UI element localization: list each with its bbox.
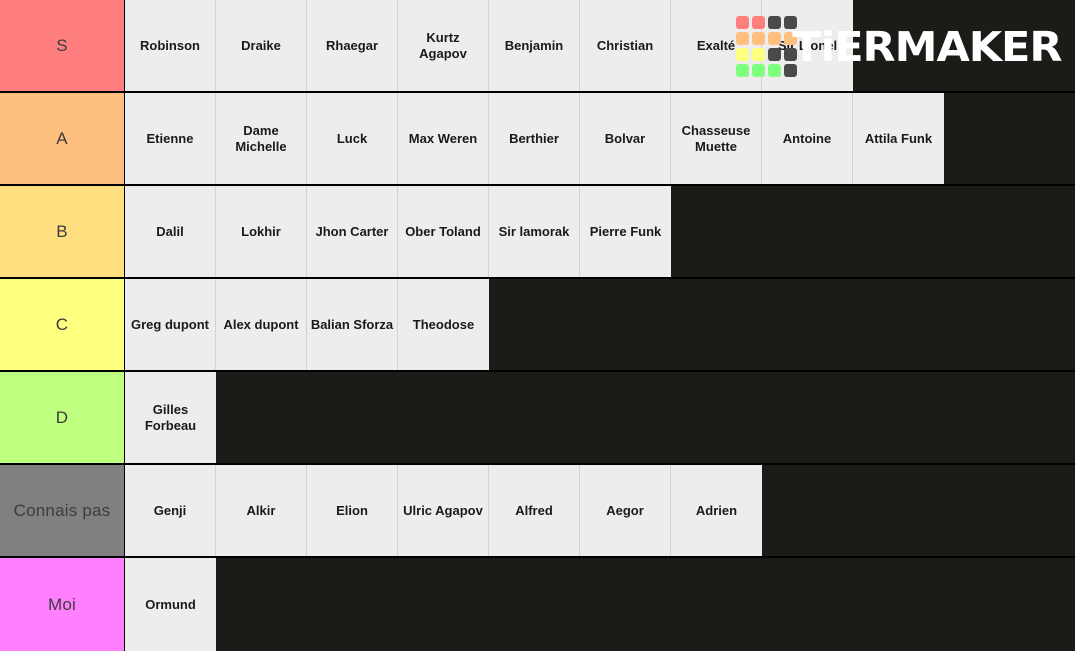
tier-item[interactable]: Aegor [580,465,671,556]
tier-item[interactable]: Ulric Agapov [398,465,489,556]
tier-item[interactable]: Lokhir [216,186,307,277]
tier-items-container[interactable]: Ormund [125,558,1075,651]
tier-item[interactable]: Max Weren [398,93,489,184]
tier-item[interactable]: Ober Toland [398,186,489,277]
tier-item[interactable]: Alex dupont [216,279,307,370]
tier-row: D Gilles Forbeau [0,372,1075,465]
tier-rows-container: S Robinson Draike Rhaegar Kurtz Agapov Benjam… [0,0,1075,651]
tier-item[interactable]: Exalté [671,0,762,91]
tier-item[interactable]: Ormund [125,558,216,651]
tier-item[interactable]: Alfred [489,465,580,556]
tier-item[interactable]: Greg dupont [125,279,216,370]
tier-item[interactable]: Chasseuse Muette [671,93,762,184]
tier-items-container[interactable]: Greg dupont Alex dupont Balian Sforza Theod… [125,279,1075,370]
tier-item[interactable]: Rhaegar [307,0,398,91]
tier-item[interactable]: Christian [580,0,671,91]
tier-item[interactable]: Antoine [762,93,853,184]
tier-label-b[interactable]: B [0,186,125,277]
tier-items-container[interactable]: Etienne Dame Michelle Luck Max Weren Berthie… [125,93,1075,184]
tier-item[interactable]: Jhon Carter [307,186,398,277]
tier-item[interactable]: Balian Sforza [307,279,398,370]
tier-item[interactable]: Robinson [125,0,216,91]
tier-label-c[interactable]: C [0,279,125,370]
tier-item[interactable]: Benjamin [489,0,580,91]
tier-item[interactable]: Theodose [398,279,489,370]
tier-row: Connais pas Genji Alkir Elion Ulric Agapov Al… [0,465,1075,558]
tier-label-a[interactable]: A [0,93,125,184]
tier-list-app: S Robinson Draike Rhaegar Kurtz Agapov Benjam… [0,0,1075,651]
tier-item[interactable]: Genji [125,465,216,556]
tier-item[interactable]: Sir Lionel [762,0,853,91]
tier-item[interactable]: Adrien [671,465,762,556]
tier-row: B Dalil Lokhir Jhon Carter Ober Toland Sir la… [0,186,1075,279]
tier-item[interactable]: Dalil [125,186,216,277]
tier-item[interactable]: Etienne [125,93,216,184]
tier-item[interactable]: Berthier [489,93,580,184]
tier-item[interactable]: Attila Funk [853,93,944,184]
tier-item[interactable]: Dame Michelle [216,93,307,184]
tier-item[interactable]: Elion [307,465,398,556]
tier-item[interactable]: Bolvar [580,93,671,184]
tier-item[interactable]: Alkir [216,465,307,556]
tier-item[interactable]: Draike [216,0,307,91]
tier-label-d[interactable]: D [0,372,125,463]
tier-item[interactable]: Kurtz Agapov [398,0,489,91]
tier-row: Moi Ormund [0,558,1075,651]
tier-label-connais-pas[interactable]: Connais pas [0,465,125,556]
tier-item[interactable]: Pierre Funk [580,186,671,277]
tier-row: A Etienne Dame Michelle Luck Max Weren Berthi… [0,93,1075,186]
tier-items-container[interactable]: Robinson Draike Rhaegar Kurtz Agapov Benjami… [125,0,1075,91]
tier-item[interactable]: Luck [307,93,398,184]
tier-item[interactable]: Gilles Forbeau [125,372,216,463]
tier-item[interactable]: Sir lamorak [489,186,580,277]
tier-label-s[interactable]: S [0,0,125,91]
tier-row: S Robinson Draike Rhaegar Kurtz Agapov Benjam… [0,0,1075,93]
tier-items-container[interactable]: Gilles Forbeau [125,372,1075,463]
tier-items-container[interactable]: Genji Alkir Elion Ulric Agapov Alfred Aegor Ad… [125,465,1075,556]
tier-row: C Greg dupont Alex dupont Balian Sforza Theo… [0,279,1075,372]
tier-label-moi[interactable]: Moi [0,558,125,651]
tier-items-container[interactable]: Dalil Lokhir Jhon Carter Ober Toland Sir lam… [125,186,1075,277]
